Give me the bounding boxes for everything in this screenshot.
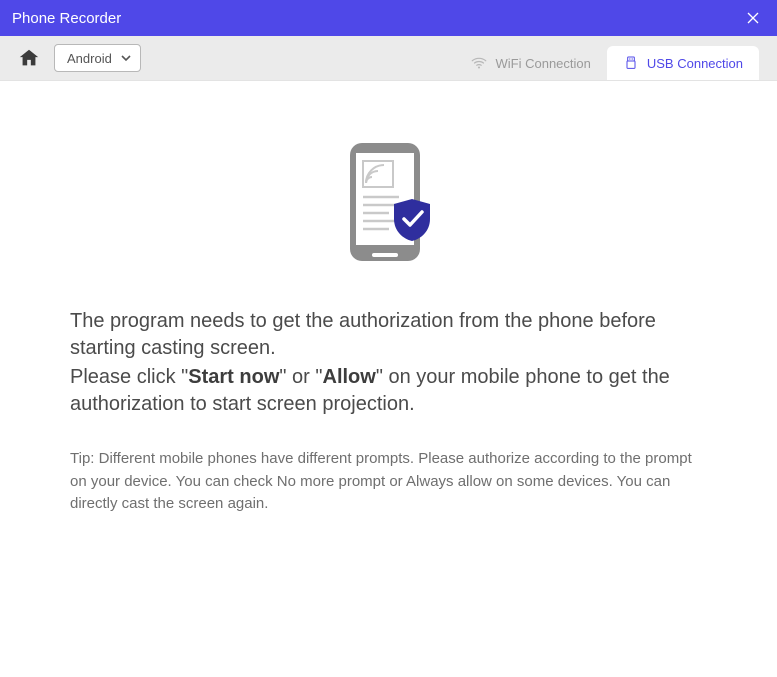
instruction-text: The program needs to get the authorizati… (70, 308, 707, 531)
tab-usb[interactable]: USB Connection (607, 46, 759, 80)
tab-wifi-label: WiFi Connection (496, 56, 591, 71)
instruction-line-2: Please click "Start now" or "Allow" on y… (70, 364, 707, 418)
titlebar: Phone Recorder (0, 0, 777, 36)
platform-dropdown[interactable]: Android (54, 44, 141, 72)
tab-wifi[interactable]: WiFi Connection (454, 46, 607, 80)
wifi-icon (470, 54, 488, 72)
chevron-down-icon (120, 52, 132, 64)
tab-usb-label: USB Connection (647, 56, 743, 71)
close-button[interactable] (741, 6, 765, 30)
usb-icon (623, 55, 639, 71)
window-title: Phone Recorder (12, 10, 121, 27)
tip-text: Tip: Different mobile phones have differ… (70, 448, 707, 516)
close-icon (745, 10, 761, 26)
authorization-illustration (344, 141, 434, 276)
home-icon (18, 47, 40, 69)
connection-tabs: WiFi Connection USB Connection (454, 46, 760, 80)
main-content: The program needs to get the authorizati… (0, 81, 777, 531)
toolbar: Android WiFi Connection USB Connection (0, 36, 777, 81)
platform-dropdown-label: Android (67, 51, 112, 66)
phone-shield-icon (344, 141, 434, 271)
home-button[interactable] (18, 47, 40, 69)
instruction-line-1: The program needs to get the authorizati… (70, 308, 707, 362)
